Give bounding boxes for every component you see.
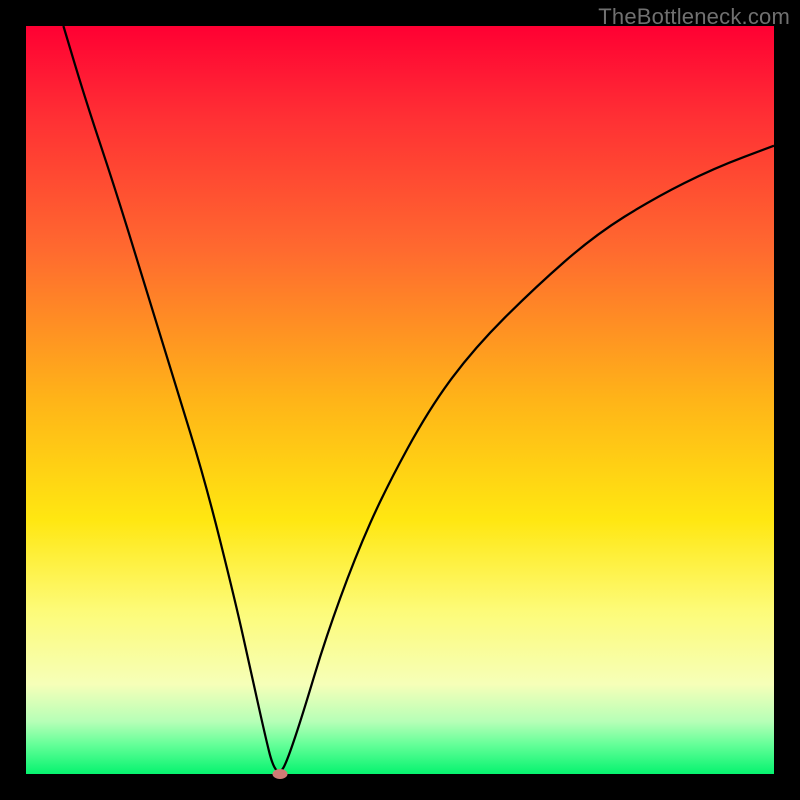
bottleneck-curve	[26, 26, 774, 774]
chart-frame: TheBottleneck.com	[0, 0, 800, 800]
plot-area	[26, 26, 774, 774]
watermark-text: TheBottleneck.com	[598, 4, 790, 30]
curve-path	[63, 26, 774, 772]
optimum-marker	[273, 769, 288, 779]
